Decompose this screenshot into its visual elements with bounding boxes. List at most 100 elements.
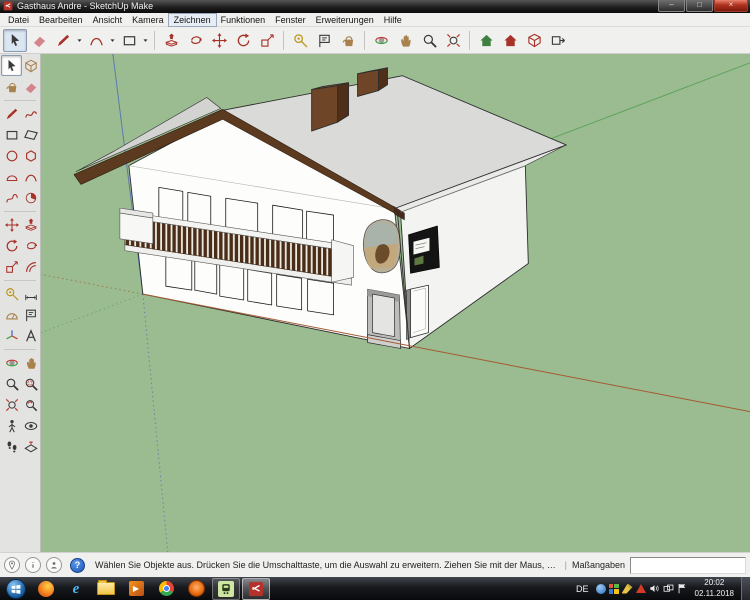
palette-zoom-extents-tool[interactable] bbox=[1, 394, 22, 415]
palette-make-component-tool[interactable] bbox=[20, 55, 41, 76]
tape-measure-tool-button[interactable] bbox=[288, 29, 312, 52]
palette-rectangle-tool[interactable] bbox=[1, 124, 22, 145]
window[interactable] bbox=[219, 264, 245, 301]
arc-tool-button[interactable] bbox=[84, 29, 108, 52]
credits-button[interactable] bbox=[25, 557, 41, 573]
palette-zoom-previous-tool[interactable] bbox=[20, 394, 41, 415]
palette-tape-measure-tool[interactable] bbox=[1, 283, 22, 304]
palette-two-point-arc-tool[interactable] bbox=[1, 166, 22, 187]
palette-rotated-rectangle-tool[interactable] bbox=[20, 124, 41, 145]
palette-position-camera-tool[interactable] bbox=[1, 415, 22, 436]
palette-look-around-tool[interactable] bbox=[20, 415, 41, 436]
palette-polygon-tool[interactable] bbox=[20, 145, 41, 166]
tray-app-grid-icon[interactable] bbox=[608, 583, 619, 594]
menu-erweiterungen[interactable]: Erweiterungen bbox=[311, 14, 379, 26]
taskbar-media-player[interactable]: ▶ bbox=[122, 578, 150, 600]
line-tool-dropdown-icon[interactable] bbox=[75, 30, 84, 51]
send-to-layout-button[interactable] bbox=[546, 29, 570, 52]
palette-follow-me-tool[interactable] bbox=[20, 235, 41, 256]
text-tool-button[interactable] bbox=[312, 29, 336, 52]
palette-protractor-tool[interactable] bbox=[1, 304, 22, 325]
eraser-tool-button[interactable] bbox=[27, 29, 51, 52]
palette-eraser-tool[interactable] bbox=[20, 76, 41, 97]
rectangle-tool-dropdown-icon[interactable] bbox=[141, 30, 150, 51]
palette-push-pull-tool[interactable] bbox=[20, 214, 41, 235]
measurements-input[interactable] bbox=[630, 556, 746, 574]
title-bar[interactable]: Gasthaus Andre - SketchUp Make – □ × bbox=[0, 0, 750, 13]
menu-ansicht[interactable]: Ansicht bbox=[88, 14, 128, 26]
context-help-icon[interactable]: ? bbox=[70, 557, 85, 573]
palette-3d-text-tool[interactable] bbox=[20, 325, 41, 346]
maximize-button[interactable]: □ bbox=[686, 0, 713, 12]
menu-zeichnen[interactable]: Zeichnen bbox=[167, 12, 217, 27]
oval-painting[interactable] bbox=[362, 219, 401, 274]
palette-axes-tool[interactable] bbox=[1, 325, 22, 346]
pan-tool-button[interactable] bbox=[393, 29, 417, 52]
menu-hilfe[interactable]: Hilfe bbox=[379, 14, 407, 26]
scale-tool-button[interactable] bbox=[255, 29, 279, 52]
palette-arc-tool[interactable] bbox=[20, 166, 41, 187]
palette-line-tool[interactable] bbox=[1, 103, 22, 124]
palette-circle-tool[interactable] bbox=[1, 145, 22, 166]
taskbar-sketchup[interactable] bbox=[242, 577, 270, 600]
show-desktop-button[interactable] bbox=[741, 577, 750, 600]
palette-pan-tool[interactable] bbox=[20, 352, 41, 373]
window[interactable] bbox=[194, 260, 218, 295]
menu-funktionen[interactable]: Funktionen bbox=[216, 14, 271, 26]
rectangle-tool-button[interactable] bbox=[117, 29, 141, 52]
palette-dimensions-tool[interactable] bbox=[20, 283, 41, 304]
taskbar-internet-explorer[interactable]: e bbox=[62, 578, 90, 600]
palette-zoom-tool[interactable] bbox=[1, 373, 22, 394]
orbit-tool-button[interactable] bbox=[369, 29, 393, 52]
taskbar-orange-app[interactable] bbox=[182, 578, 210, 600]
palette-text-tool[interactable] bbox=[20, 304, 41, 325]
move-tool-button[interactable] bbox=[207, 29, 231, 52]
chimney-large-side[interactable] bbox=[337, 82, 350, 123]
palette-paint-bucket-tool[interactable] bbox=[1, 76, 22, 97]
sign-in-button[interactable] bbox=[46, 557, 62, 573]
paint-bucket-tool-button[interactable] bbox=[336, 29, 360, 52]
palette-orbit-tool[interactable] bbox=[1, 352, 22, 373]
menu-kamera[interactable]: Kamera bbox=[127, 14, 169, 26]
taskbar-train-app[interactable] bbox=[212, 577, 240, 600]
entrance-doorway[interactable] bbox=[367, 288, 401, 349]
palette-rotate-tool[interactable] bbox=[1, 235, 22, 256]
line-tool-button[interactable] bbox=[51, 29, 75, 52]
push-pull-tool-button[interactable] bbox=[159, 29, 183, 52]
action-center-flag-icon[interactable] bbox=[677, 583, 688, 594]
get-models-button[interactable] bbox=[474, 29, 498, 52]
side-door[interactable] bbox=[410, 284, 429, 338]
menu-datei[interactable]: Datei bbox=[3, 14, 34, 26]
share-component-button[interactable] bbox=[522, 29, 546, 52]
geolocation-button[interactable] bbox=[4, 557, 20, 573]
palette-three-point-arc-tool[interactable] bbox=[1, 187, 22, 208]
select-tool-button[interactable] bbox=[3, 28, 27, 52]
network-icon[interactable] bbox=[663, 583, 674, 594]
taskbar-chrome[interactable] bbox=[152, 578, 180, 600]
tray-cleaner-icon[interactable] bbox=[621, 583, 633, 594]
follow-me-tool-button[interactable] bbox=[183, 29, 207, 52]
palette-zoom-window-tool[interactable] bbox=[20, 373, 41, 394]
balcony-right-end[interactable] bbox=[331, 239, 354, 283]
zoom-extents-button[interactable] bbox=[441, 29, 465, 52]
arc-tool-dropdown-icon[interactable] bbox=[108, 30, 117, 51]
palette-offset-tool[interactable] bbox=[20, 256, 41, 277]
close-button[interactable]: × bbox=[714, 0, 748, 12]
rotate-tool-button[interactable] bbox=[231, 29, 255, 52]
taskbar-windows-explorer[interactable] bbox=[92, 578, 120, 600]
palette-pie-tool[interactable] bbox=[20, 187, 41, 208]
share-model-button[interactable] bbox=[498, 29, 522, 52]
palette-select-tool[interactable] bbox=[1, 55, 22, 76]
palette-walk-tool[interactable] bbox=[1, 436, 22, 457]
window[interactable] bbox=[307, 278, 334, 316]
palette-freehand-tool[interactable] bbox=[20, 103, 41, 124]
window[interactable] bbox=[276, 273, 303, 311]
palette-scale-tool[interactable] bbox=[1, 256, 22, 277]
window[interactable] bbox=[165, 255, 193, 291]
menu-bearbeiten[interactable]: Bearbeiten bbox=[34, 14, 88, 26]
menu-fenster[interactable]: Fenster bbox=[270, 14, 311, 26]
balcony-left-end[interactable] bbox=[119, 212, 154, 245]
volume-icon[interactable] bbox=[649, 583, 660, 594]
zoom-tool-button[interactable] bbox=[417, 29, 441, 52]
language-indicator[interactable]: DE bbox=[571, 584, 594, 594]
